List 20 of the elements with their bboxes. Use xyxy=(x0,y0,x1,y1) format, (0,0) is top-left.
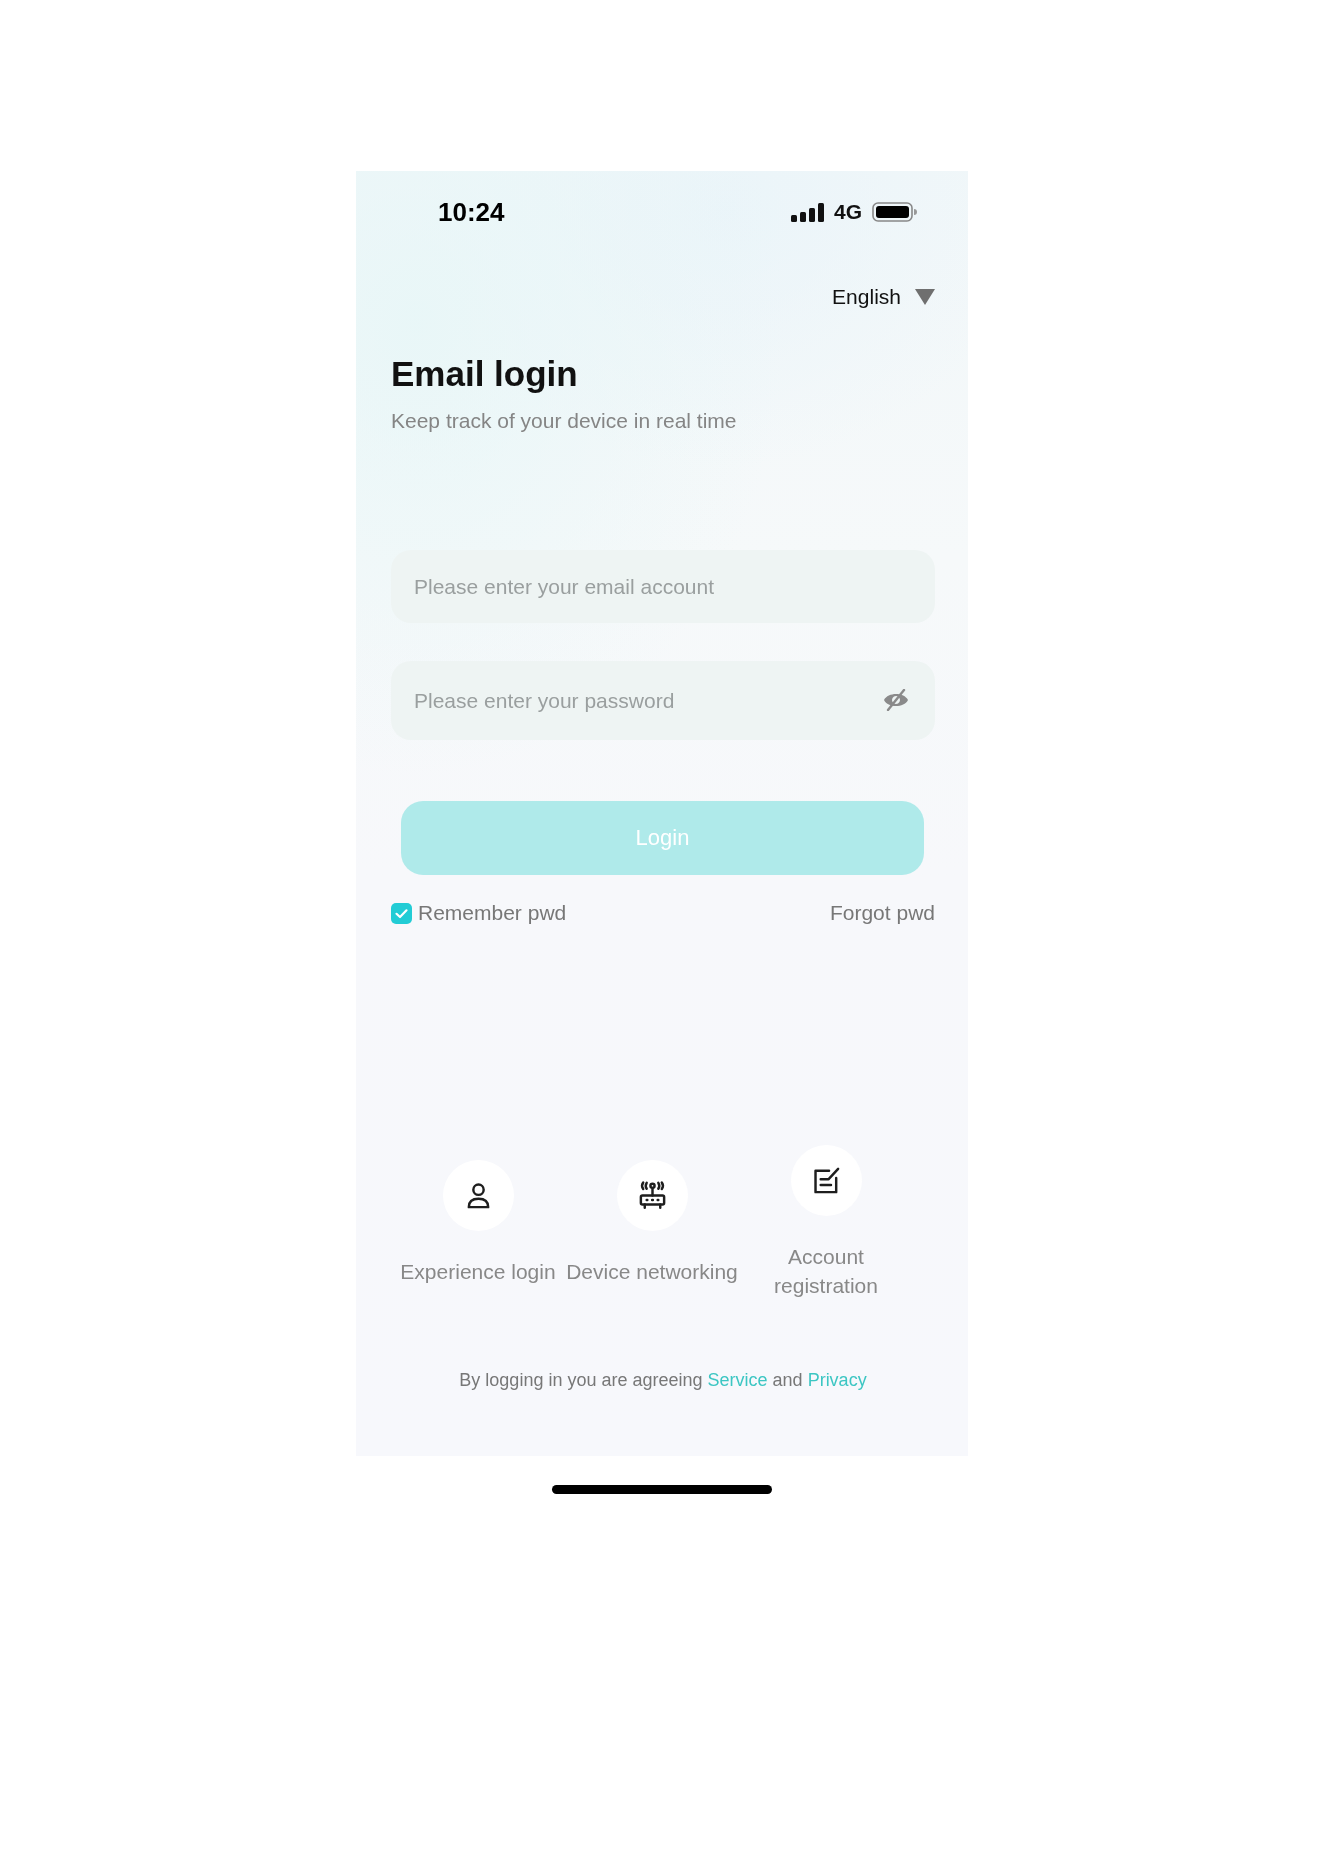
network-type: 4G xyxy=(834,200,862,224)
shortcut-button[interactable]: Experience login xyxy=(391,1159,565,1286)
caret-icon xyxy=(915,289,935,305)
shortcut-button[interactable]: Account registration xyxy=(739,1145,913,1300)
language-selector[interactable]: English xyxy=(832,282,935,312)
checkbox[interactable] xyxy=(391,902,412,924)
remember-password-label[interactable]: Remember pwd xyxy=(418,899,567,927)
policy-link[interactable]: Privacy xyxy=(807,1370,867,1390)
status-time: 10:24 xyxy=(438,197,505,227)
page-title: Email login xyxy=(391,353,579,395)
page-subtitle: Keep track of your device in real time xyxy=(391,408,738,434)
battery-icon xyxy=(872,202,917,222)
email-field[interactable]: Please enter your email account xyxy=(391,550,935,623)
password-field[interactable]: Please enter your password xyxy=(391,661,935,740)
shortcut-button[interactable]: Device networking xyxy=(565,1159,739,1286)
eye-slash-icon[interactable] xyxy=(883,689,909,711)
policy-link[interactable]: Service xyxy=(707,1370,768,1390)
forgot-password-link[interactable]: Forgot pwd xyxy=(829,899,935,927)
agreement-text: By logging in you are agreeing Service and Privacy xyxy=(458,1369,868,1392)
signal-icon xyxy=(791,202,824,222)
